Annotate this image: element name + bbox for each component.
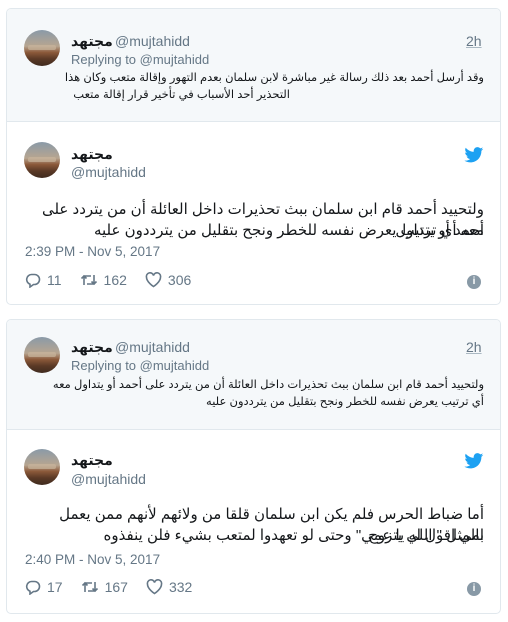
twitter-bird-icon[interactable] — [464, 453, 484, 469]
reply-button[interactable]: 11 — [25, 272, 62, 288]
author-name[interactable]: مجتهد — [71, 339, 113, 356]
like-button[interactable]: 332 — [146, 579, 192, 595]
info-icon[interactable]: i — [467, 275, 481, 289]
like-button[interactable]: 306 — [145, 272, 191, 288]
replying-to-line: Replying to @mujtahidd — [71, 52, 209, 67]
reply-count: 11 — [47, 272, 62, 288]
retweet-icon — [81, 581, 98, 593]
quoted-parent-tweet[interactable]: مجتهد @mujtahidd 2h Replying to @mujtahi… — [7, 9, 500, 122]
avatar[interactable] — [24, 449, 60, 485]
reply-button[interactable]: 17 — [25, 579, 63, 595]
tweet-text-line-2: معه أي ترتيب يعرض نفسه للخطر ونجح بتقليل… — [93, 222, 484, 239]
retweet-button[interactable]: 162 — [80, 272, 127, 288]
retweet-button[interactable]: 167 — [81, 579, 128, 595]
reply-count: 17 — [47, 579, 63, 595]
author-name[interactable]: مجتهد — [71, 146, 113, 163]
quoted-tweet-text-line-1: ولتحييد أحمد قام ابن سلمان ببث تحذيرات د… — [52, 379, 484, 391]
reply-icon — [25, 273, 41, 288]
like-icon — [145, 272, 162, 288]
info-icon[interactable]: i — [467, 582, 481, 596]
quoted-tweet-text-line-2: التحذير أحد الأسباب في تأخير قرار إقالة … — [73, 89, 290, 101]
like-icon — [146, 579, 163, 595]
quoted-parent-tweet[interactable]: مجتهد @mujtahidd 2h Replying to @mujtahi… — [7, 320, 500, 430]
author-handle[interactable]: @mujtahidd — [71, 164, 146, 180]
author-name[interactable]: مجتهد — [71, 33, 113, 50]
embedded-tweet-card[interactable]: مجتهد @mujtahidd 2h Replying to @mujtahi… — [6, 319, 501, 614]
relative-time-link[interactable]: 2h — [466, 339, 482, 355]
reply-icon — [25, 580, 41, 595]
twitter-bird-icon[interactable] — [464, 147, 484, 163]
author-name[interactable]: مجتهد — [71, 452, 113, 469]
quoted-tweet-text-line-1: وقد أرسل أحمد بعد ذلك رسالة غير مباشرة ل… — [64, 72, 484, 84]
replying-prefix: Replying to — [71, 358, 140, 373]
like-count: 306 — [167, 272, 192, 288]
author-handle[interactable]: @mujtahidd — [71, 471, 146, 487]
tweet-actions: 11 162 306 — [25, 272, 209, 288]
replying-handle-link[interactable]: @mujtahidd — [140, 358, 210, 373]
relative-time-link[interactable]: 2h — [466, 33, 482, 49]
quoted-tweet-text-line-2: أي ترتيب يعرض نفسه للخطر ونجح بتقليل من … — [206, 396, 484, 408]
tweet-timestamp-link[interactable]: 2:40 PM - Nov 5, 2017 — [25, 552, 160, 567]
author-handle[interactable]: @mujtahidd — [115, 339, 190, 355]
avatar[interactable] — [24, 337, 60, 373]
like-count: 332 — [168, 579, 193, 595]
tweet-actions: 17 167 332 — [25, 579, 210, 595]
tweet-timestamp-link[interactable]: 2:39 PM - Nov 5, 2017 — [25, 244, 160, 259]
avatar[interactable] — [24, 30, 60, 66]
embedded-tweet-card[interactable]: مجتهد @mujtahidd 2h Replying to @mujtahi… — [6, 8, 501, 305]
author-handle[interactable]: @mujtahidd — [115, 33, 190, 49]
retweet-count: 167 — [104, 579, 128, 595]
replying-prefix: Replying to — [71, 52, 140, 67]
retweet-count: 162 — [103, 272, 127, 288]
avatar[interactable] — [24, 142, 60, 178]
retweet-icon — [80, 274, 97, 286]
replying-to-line: Replying to @mujtahidd — [71, 358, 209, 373]
tweet-text-line-2: امي اقول له يا عمي" وحتى لو تعهدوا لمتعب… — [103, 527, 484, 544]
replying-handle-link[interactable]: @mujtahidd — [140, 52, 210, 67]
